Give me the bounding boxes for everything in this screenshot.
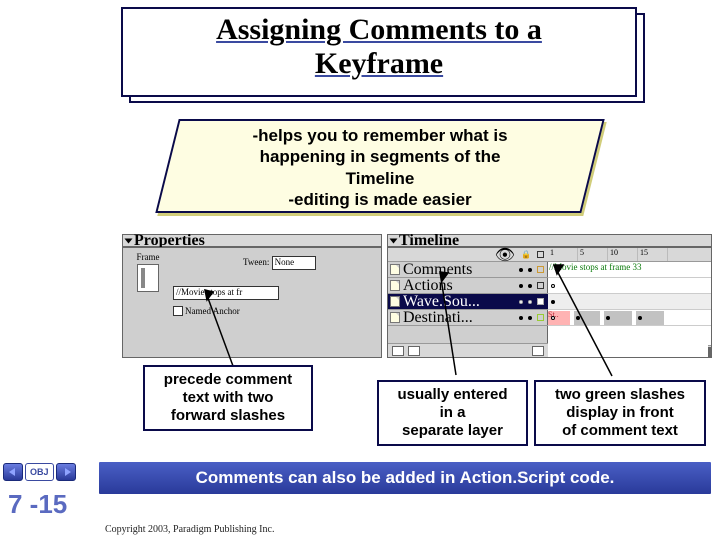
keyframe-icon	[638, 316, 642, 320]
frame-icon	[137, 264, 159, 292]
notes-l1: -helps you to remember what is	[252, 126, 507, 145]
notes-text: -helps you to remember what is happening…	[167, 125, 593, 210]
page-number: 7 -15	[8, 489, 67, 520]
caption-precede: precede comment text with two forward sl…	[143, 365, 313, 431]
arrow-icon	[438, 270, 478, 378]
title-line1: Assigning Comments to a	[216, 13, 542, 46]
copyright: Copyright 2003, Paradigm Publishing Inc.	[105, 524, 274, 535]
timeline-scrollbar[interactable]	[708, 345, 711, 357]
footer-bar: Comments can also be added in Action.Scr…	[99, 462, 711, 494]
collapse-icon[interactable]	[390, 238, 398, 243]
properties-panel-header[interactable]: Properties	[122, 234, 382, 247]
timeline-ruler: 1 5 10 15	[548, 248, 711, 262]
notes-l4: -editing is made easier	[288, 190, 471, 209]
ruler-tick: 1	[548, 248, 578, 261]
timeline-panel: 👁 🔒 Comments Actions Wave.Sou... Destina…	[387, 247, 712, 358]
tween-label: Tween:	[243, 257, 269, 267]
layer-icon	[390, 264, 400, 275]
notes-l2: happening in segments of the	[260, 147, 501, 166]
title-line2: Keyframe	[315, 47, 443, 80]
named-anchor-checkbox[interactable]	[173, 306, 183, 316]
scroll-right-icon[interactable]	[710, 347, 712, 357]
add-folder-icon[interactable]	[408, 346, 420, 356]
caption-l3: of comment text	[562, 422, 678, 439]
frame-section: Frame	[127, 252, 169, 294]
caption-l3: forward slashes	[171, 407, 285, 424]
layer-icon	[390, 312, 400, 323]
caption-l2: text with two	[183, 389, 274, 406]
outline-icon[interactable]	[537, 251, 544, 258]
next-button[interactable]	[56, 463, 76, 481]
add-layer-icon[interactable]	[392, 346, 404, 356]
ruler-tick: 5	[578, 248, 608, 261]
title-box: Assigning Comments to a Keyframe	[121, 7, 637, 97]
timeline-panel-header[interactable]: Timeline	[387, 234, 712, 247]
nav-controls: OBJ	[3, 461, 93, 483]
tween-row: Tween: None	[243, 256, 316, 270]
arrow-icon	[552, 263, 622, 379]
caption-l1: two green slashes	[555, 386, 685, 403]
frame-label: Frame	[127, 252, 169, 262]
caption-green-slashes: two green slashes display in front of co…	[534, 380, 706, 446]
collapse-icon[interactable]	[125, 238, 133, 243]
caption-l1: precede comment	[164, 371, 292, 388]
notes-box: -helps you to remember what is happening…	[167, 119, 597, 219]
caption-usually-entered: usually entered in a separate layer	[377, 380, 528, 446]
obj-button[interactable]: OBJ	[25, 463, 54, 481]
layer-icon	[390, 280, 400, 291]
notes-l3: Timeline	[346, 169, 415, 188]
tween-select[interactable]: None	[272, 256, 316, 270]
slide-title: Assigning Comments to a Keyframe	[123, 13, 635, 80]
caption-l3: separate layer	[402, 422, 503, 439]
caption-l2: in a	[440, 404, 466, 421]
ruler-tick: 15	[638, 248, 668, 261]
trash-icon[interactable]	[532, 346, 544, 356]
lock-icon[interactable]: 🔒	[521, 250, 531, 259]
caption-l2: display in front	[566, 404, 674, 421]
arrow-icon	[203, 288, 263, 370]
ruler-tick: 10	[608, 248, 638, 261]
prev-button[interactable]	[3, 463, 23, 481]
layer-icon	[390, 296, 400, 307]
caption-l1: usually entered	[397, 386, 507, 403]
